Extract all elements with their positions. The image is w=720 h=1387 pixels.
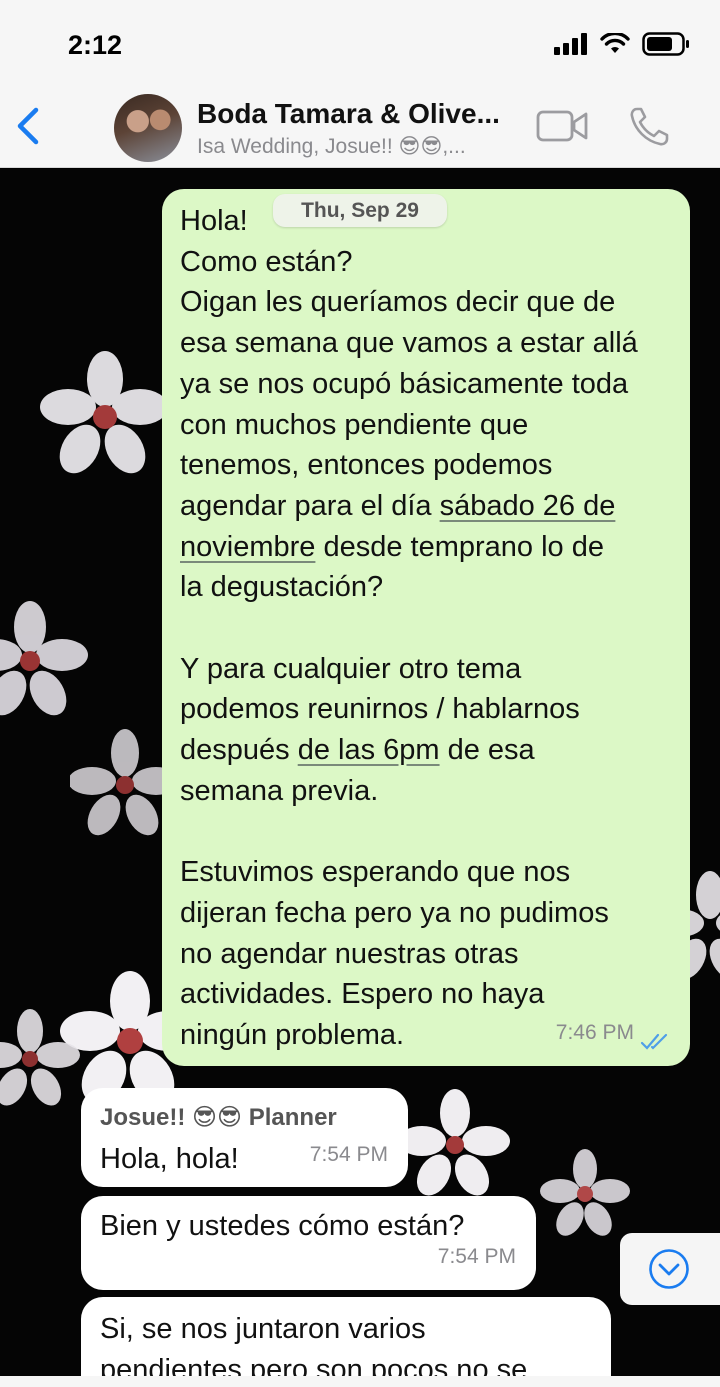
group-title[interactable]: Boda Tamara & Olive... xyxy=(197,98,500,130)
scroll-down-icon xyxy=(649,1249,689,1289)
scroll-to-bottom-button[interactable] xyxy=(620,1233,720,1305)
wallpaper-flower xyxy=(540,1149,630,1236)
message-line xyxy=(180,608,670,649)
sender-name[interactable]: Josue!! 😎😎 Planner xyxy=(100,1098,388,1139)
message-line: semana previa. xyxy=(180,774,379,807)
message-line xyxy=(180,812,670,853)
message-time: 7:54 PM xyxy=(309,1143,388,1167)
message-text: después xyxy=(180,734,298,767)
wallpaper-flower xyxy=(0,601,88,716)
message-text: desde temprano lo de xyxy=(315,530,604,563)
message-text: de esa xyxy=(439,734,535,767)
message-line: tenemos, entonces podemos xyxy=(180,449,553,482)
message-line: Oigan les queríamos decir que de xyxy=(180,286,616,319)
message-line: dijeran fecha pero ya no pudimos xyxy=(180,896,609,929)
group-avatar[interactable] xyxy=(114,94,182,162)
message-text: agendar para el día xyxy=(180,489,440,522)
chat-area[interactable]: Hola! Como están? Oigan les queríamos de… xyxy=(0,169,720,1387)
date-link[interactable]: noviembre xyxy=(180,531,315,563)
date-separator: Thu, Sep 29 xyxy=(273,194,447,227)
composer-edge xyxy=(0,1376,720,1387)
status-icons xyxy=(554,32,690,56)
wallpaper-flower xyxy=(40,351,168,474)
message-line: Si, se nos juntaron varios xyxy=(100,1313,426,1345)
message-line: ya se nos ocupó básicamente toda xyxy=(180,367,629,400)
incoming-message[interactable]: Josue!! 😎😎 Planner Hola, hola! 7:54 PM xyxy=(81,1088,408,1187)
wifi-icon xyxy=(600,33,630,53)
message-line: actividades. Espero no haya xyxy=(180,978,545,1011)
phone-icon[interactable] xyxy=(628,106,670,148)
message-line: esa semana que vamos a estar allá xyxy=(180,327,638,360)
message-line: la degustación? xyxy=(180,571,384,604)
read-receipt-icon xyxy=(640,1033,668,1050)
message-line: Estuvimos esperando que nos xyxy=(180,856,571,889)
message-time: 7:54 PM xyxy=(437,1245,516,1269)
wallpaper-flower xyxy=(400,1089,510,1196)
status-time: 2:12 xyxy=(68,30,123,60)
time-link[interactable]: de las 6pm xyxy=(298,734,440,766)
incoming-message[interactable]: Bien y ustedes cómo están? 7:54 PM xyxy=(81,1196,536,1290)
message-line: Y para cualquier otro tema xyxy=(180,652,522,685)
message-line: con muchos pendiente que xyxy=(180,408,529,441)
message-line: Como están? xyxy=(180,245,353,278)
wallpaper-flower xyxy=(0,1009,80,1106)
message-line: noviembre desde temprano lo de xyxy=(180,527,670,568)
battery-icon xyxy=(642,32,689,56)
video-call-icon[interactable] xyxy=(536,108,588,144)
back-chevron-icon[interactable] xyxy=(14,106,44,146)
message-line: después de las 6pm de esa xyxy=(180,730,670,771)
date-link[interactable]: sábado 26 de xyxy=(440,490,616,522)
outgoing-message[interactable]: Hola! Como están? Oigan les queríamos de… xyxy=(162,189,690,1066)
message-time: 7:46 PM xyxy=(555,1021,634,1045)
chat-header: Boda Tamara & Olive... Isa Wedding, Josu… xyxy=(0,88,720,168)
signal-icon xyxy=(554,33,587,55)
message-line: no agendar nuestras otras xyxy=(180,937,519,970)
status-bar: 2:12 xyxy=(0,0,720,88)
message-line: podemos reunirnos / hablarnos xyxy=(180,693,580,726)
group-members[interactable]: Isa Wedding, Josue!! 😎😎,... xyxy=(197,134,466,159)
message-line: agendar para el día sábado 26 de xyxy=(180,486,670,527)
incoming-message[interactable]: Si, se nos juntaron varios pendientes pe… xyxy=(81,1297,611,1387)
